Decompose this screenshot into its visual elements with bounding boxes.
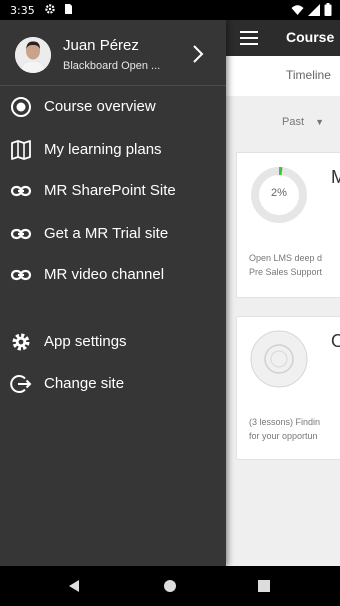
battery-icon — [324, 3, 332, 16]
home-icon[interactable] — [162, 578, 178, 594]
navigation-drawer: Juan Pérez Blackboard Open ... Course ov… — [0, 20, 226, 566]
map-icon — [11, 140, 31, 160]
site-name: Blackboard Open ... — [63, 60, 161, 72]
link-icon — [10, 269, 32, 281]
course-title: Op — [331, 331, 340, 351]
chevron-right-icon[interactable] — [191, 44, 205, 64]
nav-item-video-channel[interactable]: MR video channel — [0, 256, 226, 294]
course-description: Open LMS deep d Pre Sales Support — [249, 251, 322, 279]
nav-item-app-settings[interactable]: App settings — [0, 323, 226, 361]
tab-bar: Timeline — [226, 56, 340, 96]
back-icon[interactable] — [66, 578, 82, 594]
tab-timeline[interactable]: Timeline — [286, 68, 331, 82]
signal-icon — [308, 3, 320, 16]
app-screen: Course Timeline Past ▼ 2% Mo Open LMS de… — [226, 20, 340, 566]
radio-target-icon — [11, 97, 31, 117]
nav-item-trial-site[interactable]: Get a MR Trial site — [0, 215, 226, 253]
course-card[interactable]: Op (3 lessons) Findin for your opportun — [236, 316, 340, 460]
course-image-placeholder — [249, 329, 309, 389]
wifi-icon — [291, 4, 304, 15]
link-icon — [10, 228, 32, 240]
chevron-down-icon: ▼ — [315, 117, 324, 127]
nav-item-label: Change site — [44, 375, 125, 392]
progress-percent: 2% — [271, 187, 287, 199]
course-description-line: Pre Sales Support — [249, 267, 323, 277]
timeline-filter[interactable]: Past ▼ — [282, 116, 324, 128]
app-title: Course — [286, 29, 335, 45]
filter-label: Past — [282, 116, 305, 128]
recents-icon[interactable] — [256, 578, 272, 594]
nav-item-change-site[interactable]: Change site — [0, 365, 226, 403]
link-icon — [10, 185, 32, 197]
progress-ring: 2% — [249, 165, 309, 225]
app-bar: Course — [226, 20, 340, 56]
nav-item-label: Course overview — [44, 98, 156, 115]
nav-item-label: App settings — [44, 333, 127, 350]
course-description-line: (3 lessons) Findin — [249, 417, 321, 427]
nav-item-label: Get a MR Trial site — [44, 225, 169, 242]
nav-item-label: MR video channel — [44, 266, 165, 283]
status-bar: 3:35 — [0, 0, 340, 20]
nav-item-sharepoint[interactable]: MR SharePoint Site — [0, 172, 226, 210]
nav-item-label: My learning plans — [44, 141, 162, 158]
user-profile-header[interactable]: Juan Pérez Blackboard Open ... — [0, 20, 226, 86]
gear-icon — [45, 4, 55, 14]
course-title: Mo — [331, 167, 340, 187]
course-card[interactable]: 2% Mo Open LMS deep d Pre Sales Support — [236, 152, 340, 298]
logout-icon — [10, 375, 32, 393]
user-name: Juan Pérez — [63, 37, 139, 54]
system-navigation-bar — [0, 566, 340, 606]
course-description-line: for your opportun — [249, 431, 318, 441]
course-description-line: Open LMS deep d — [249, 253, 323, 263]
sim-card-icon — [65, 4, 72, 14]
avatar — [15, 37, 51, 73]
course-description: (3 lessons) Findin for your opportun — [249, 415, 320, 443]
nav-item-course-overview[interactable]: Course overview — [0, 88, 226, 126]
gear-icon — [12, 333, 30, 351]
nav-item-label: MR SharePoint Site — [44, 182, 176, 199]
status-time: 3:35 — [10, 4, 35, 17]
nav-item-learning-plans[interactable]: My learning plans — [0, 131, 226, 169]
hamburger-menu-icon[interactable] — [240, 31, 258, 45]
